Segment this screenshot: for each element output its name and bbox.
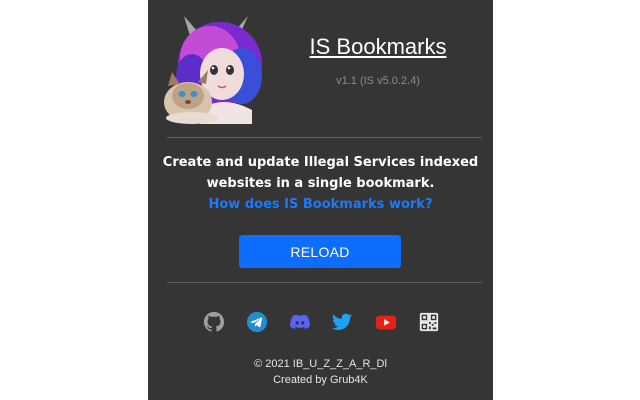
app-title[interactable]: IS Bookmarks [298,34,458,60]
version-label: v1.1 (IS v5.0.2.4) [336,75,420,87]
reload-button[interactable]: RELOAD [239,235,401,268]
description-line-1: Create and update Illegal Services index… [162,155,479,170]
telegram-icon[interactable] [246,311,268,333]
avatar [164,16,262,124]
social-links [200,311,442,335]
top-divider [167,137,482,138]
youtube-icon[interactable] [375,311,397,333]
how-it-works-link[interactable]: How does IS Bookmarks work? [148,194,493,215]
discord-icon[interactable] [289,311,311,333]
qr-code-icon[interactable] [418,311,440,333]
twitter-icon[interactable] [331,311,353,333]
github-icon[interactable] [203,311,225,333]
bottom-divider [167,282,482,283]
description-line-2: websites in a single bookmark. [206,176,435,191]
popup-panel: IS Bookmarks v1.1 (IS v5.0.2.4) Create a… [148,0,493,400]
credit-text: Created by Grub4K [273,374,368,386]
copyright-text: © 2021 IB_U_Z_Z_A_R_Dl [254,358,387,370]
description: Create and update Illegal Services index… [148,152,493,215]
footer: © 2021 IB_U_Z_Z_A_R_Dl Created by Grub4K [148,356,493,388]
